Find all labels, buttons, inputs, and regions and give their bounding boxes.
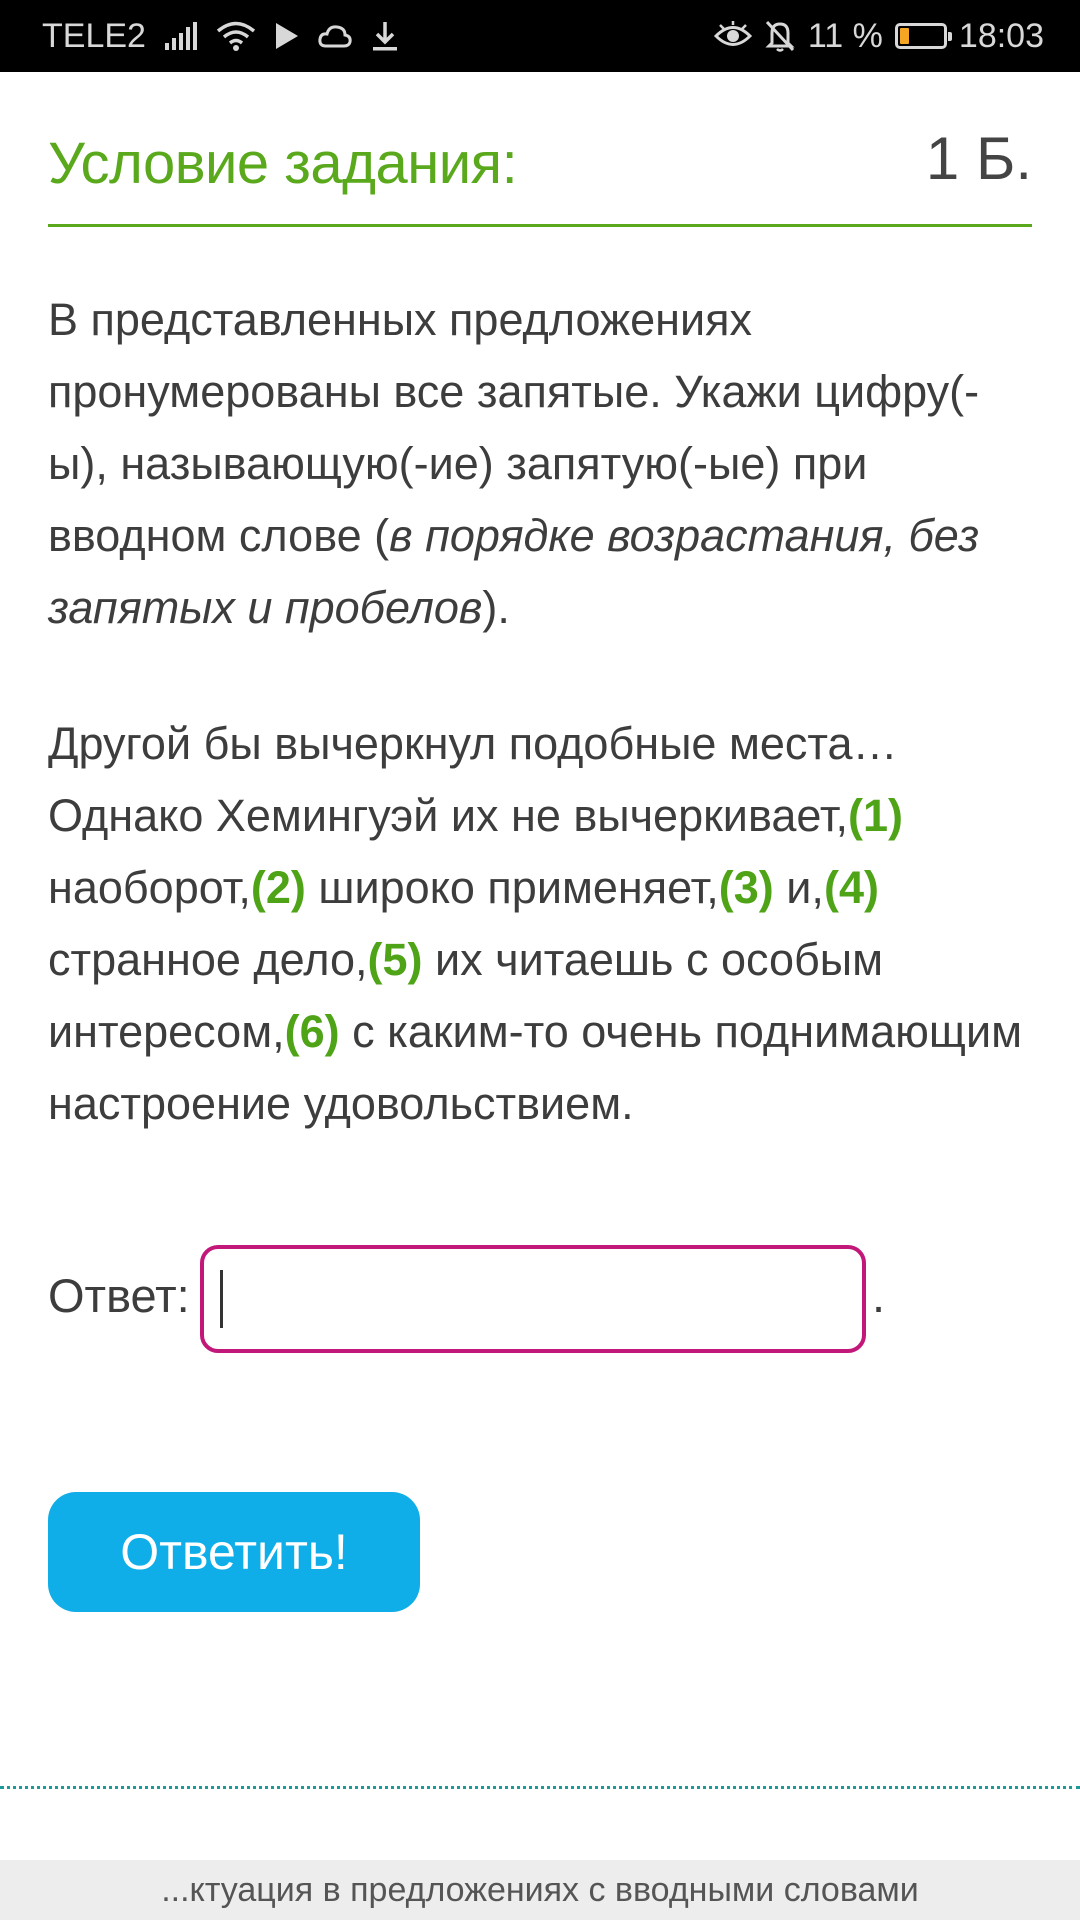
comma-number-6: (6) — [284, 1006, 340, 1057]
passage-segment: и, — [773, 862, 824, 913]
comma-number-4: (4) — [823, 862, 879, 913]
comma-number-1: (1) — [848, 790, 904, 841]
answer-input[interactable] — [200, 1245, 866, 1353]
task-points: 1 Б. — [925, 125, 1032, 192]
battery-percent: 11 % — [807, 16, 883, 55]
passage-segment: странное дело, — [48, 934, 368, 985]
topic-footer-label: ...ктуация в предложениях с вводными сло… — [161, 1871, 919, 1909]
passage-segment: широко применяет, — [305, 862, 719, 913]
cloud-icon — [318, 22, 352, 50]
task-title: Условие задания: — [48, 131, 518, 196]
carrier-label: TELE2 — [42, 16, 146, 55]
topic-footer[interactable]: ...ктуация в предложениях с вводными сло… — [0, 1860, 1080, 1920]
passage-text: Другой бы вычеркнул подобные места… Одна… — [48, 708, 1048, 1140]
answer-label: Ответ: — [48, 1269, 190, 1322]
bell-off-icon — [764, 19, 796, 53]
comma-number-5: (5) — [367, 934, 423, 985]
passage-segment: наоборот, — [48, 862, 251, 913]
battery-icon — [894, 23, 952, 49]
status-right: 11 % 18:03 — [713, 0, 1044, 72]
signal-icon — [164, 21, 198, 51]
status-left: TELE2 — [42, 0, 400, 72]
answer-suffix: . — [872, 1269, 886, 1322]
dotted-divider — [0, 1786, 1080, 1789]
wifi-icon — [216, 20, 256, 52]
eye-icon — [713, 21, 752, 51]
play-icon — [274, 21, 300, 51]
clock: 18:03 — [958, 16, 1044, 55]
status-bar: TELE2 11 % 18:03 — [0, 0, 1080, 72]
passage-segment: Другой бы вычеркнул подобные места… Одна… — [48, 718, 898, 841]
text-cursor — [220, 1270, 223, 1328]
comma-number-3: (3) — [718, 862, 774, 913]
comma-number-2: (2) — [250, 862, 306, 913]
task-instruction: В представленных предложениях пронумеров… — [48, 284, 1038, 644]
battery-level-fill — [899, 28, 909, 44]
submit-answer-button[interactable]: Ответить! — [48, 1492, 420, 1612]
task-header: Условие задания: 1 Б. — [48, 120, 1032, 227]
download-icon — [370, 20, 400, 52]
instruction-tail: ). — [482, 582, 510, 633]
